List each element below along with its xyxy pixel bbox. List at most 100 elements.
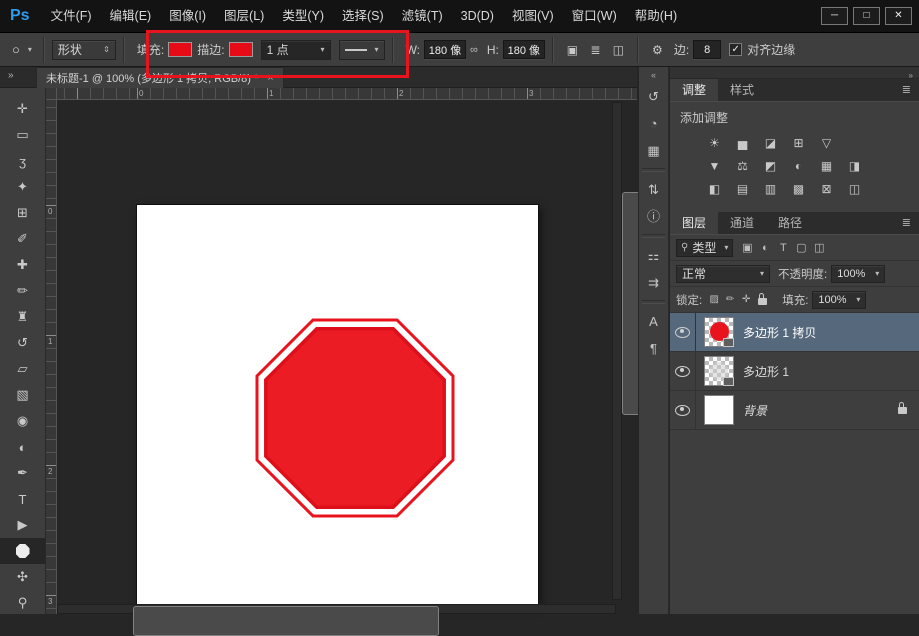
- move-tool[interactable]: ✛: [0, 96, 45, 122]
- gradient-tool[interactable]: ▧: [0, 382, 45, 408]
- levels-icon[interactable]: ▅: [732, 134, 753, 152]
- clone-source-panel-icon[interactable]: ⇅: [639, 176, 668, 203]
- menu-file[interactable]: 文件(F): [42, 0, 101, 32]
- filter-adjustment-layers-icon[interactable]: ◐: [756, 239, 774, 257]
- invert-icon[interactable]: ◧: [704, 180, 725, 198]
- exposure-icon[interactable]: ⊞: [788, 134, 809, 152]
- eraser-tool[interactable]: ▱: [0, 356, 45, 382]
- layer-thumbnail[interactable]: [704, 317, 734, 347]
- paragraph-panel-icon[interactable]: ¶: [639, 335, 668, 362]
- lock-pixels-icon[interactable]: ✏: [722, 291, 738, 309]
- swatches-panel-icon[interactable]: ◔: [639, 110, 668, 137]
- visibility-toggle[interactable]: [670, 352, 696, 390]
- crop-tool[interactable]: ⊞: [0, 200, 45, 226]
- lock-all-icon[interactable]: [754, 291, 770, 309]
- character-panel-icon[interactable]: A: [639, 308, 668, 335]
- photo-filter-icon[interactable]: ◐: [788, 157, 809, 175]
- brush-tool[interactable]: ✏: [0, 278, 45, 304]
- gradient-map-icon[interactable]: ▩: [788, 180, 809, 198]
- brush-panel-icon[interactable]: ▦: [639, 137, 668, 164]
- tab-adjustments[interactable]: 调整: [670, 79, 718, 101]
- close-button[interactable]: ✕: [885, 7, 912, 25]
- path-operations-icon[interactable]: ▣: [562, 39, 583, 60]
- toolbar-collapse-icon[interactable]: »: [8, 70, 14, 81]
- menu-select[interactable]: 选择(S): [333, 0, 393, 32]
- menu-view[interactable]: 视图(V): [503, 0, 563, 32]
- menu-edit[interactable]: 编辑(E): [101, 0, 161, 32]
- history-brush-tool[interactable]: ↺: [0, 330, 45, 356]
- layer-thumbnail[interactable]: [704, 395, 734, 425]
- layer-thumbnail[interactable]: [704, 356, 734, 386]
- document-tab[interactable]: 未标题-1 @ 100% (多边形 1 拷贝, RGB/8) * ×: [36, 67, 284, 88]
- stroke-width-select[interactable]: 1 点 ▾: [261, 40, 331, 60]
- blend-mode-select[interactable]: 正常 ▾: [676, 265, 770, 283]
- layer-row-polygon[interactable]: 多边形 1: [670, 352, 919, 391]
- menu-layer[interactable]: 图层(L): [215, 0, 273, 32]
- document-canvas[interactable]: [137, 205, 538, 604]
- quick-selection-tool[interactable]: ✦: [0, 174, 45, 200]
- pen-tool[interactable]: ✒: [0, 460, 45, 486]
- zoom-tool[interactable]: ⚲: [0, 590, 45, 616]
- vertical-scrollbar[interactable]: [612, 102, 622, 600]
- brightness-contrast-icon[interactable]: ☀: [704, 134, 725, 152]
- menu-window[interactable]: 窗口(W): [563, 0, 626, 32]
- posterize-icon[interactable]: ▤: [732, 180, 753, 198]
- eyedropper-tool[interactable]: ✐: [0, 226, 45, 252]
- clone-stamp-tool[interactable]: ♜: [0, 304, 45, 330]
- threshold-icon[interactable]: ▥: [760, 180, 781, 198]
- lasso-tool[interactable]: ʒ: [0, 148, 45, 174]
- layers-menu-icon[interactable]: ≣: [902, 212, 919, 234]
- dodge-tool[interactable]: ◐: [0, 434, 45, 460]
- filter-smart-objects-icon[interactable]: ◫: [810, 239, 828, 257]
- vibrance-icon[interactable]: ▽: [816, 134, 837, 152]
- opacity-input[interactable]: 100% ▾: [831, 265, 885, 283]
- filter-shape-layers-icon[interactable]: ▢: [792, 239, 810, 257]
- shape-height-input[interactable]: 180 像: [503, 40, 545, 59]
- menu-help[interactable]: 帮助(H): [626, 0, 686, 32]
- horizontal-scrollbar[interactable]: [57, 604, 616, 614]
- filter-pixel-layers-icon[interactable]: ▣: [738, 239, 756, 257]
- channel-mixer-icon[interactable]: ▦: [816, 157, 837, 175]
- layer-row-polygon-copy[interactable]: 多边形 1 拷贝: [670, 313, 919, 352]
- layer-row-background[interactable]: 背景: [670, 391, 919, 430]
- hand-tool[interactable]: ✣: [0, 564, 45, 590]
- layer-name[interactable]: 多边形 1: [743, 363, 789, 380]
- gear-icon[interactable]: ⚙: [647, 39, 668, 60]
- visibility-toggle[interactable]: [670, 391, 696, 429]
- visibility-toggle[interactable]: [670, 313, 696, 351]
- tab-paths[interactable]: 路径: [766, 212, 814, 234]
- link-dimensions-icon[interactable]: ∞: [470, 44, 478, 56]
- filter-type-layers-icon[interactable]: T: [774, 239, 792, 257]
- stroke-type-select[interactable]: ▾: [339, 40, 385, 60]
- tab-layers[interactable]: 图层: [670, 212, 718, 234]
- tool-mode-select[interactable]: 形状 ⇕: [52, 40, 116, 60]
- healing-brush-tool[interactable]: ✚: [0, 252, 45, 278]
- lock-transparent-icon[interactable]: ▨: [706, 291, 722, 309]
- path-arrangement-icon[interactable]: ◫: [608, 39, 629, 60]
- black-white-icon[interactable]: ◩: [760, 157, 781, 175]
- history-panel-icon[interactable]: ↺: [639, 83, 668, 110]
- tab-styles[interactable]: 样式: [718, 79, 766, 101]
- dock-collapse-icon[interactable]: «: [639, 67, 668, 83]
- lock-position-icon[interactable]: ✛: [738, 291, 754, 309]
- menu-filter[interactable]: 滤镜(T): [393, 0, 452, 32]
- filter-kind-select[interactable]: ⚲ 类型 ▾: [676, 239, 733, 257]
- layer-name[interactable]: 背景: [743, 402, 767, 419]
- menu-image[interactable]: 图像(I): [160, 0, 215, 32]
- color-balance-icon[interactable]: ⚖: [732, 157, 753, 175]
- selective-color-icon[interactable]: ⊠: [816, 180, 837, 198]
- color-lookup-icon[interactable]: ◨: [844, 157, 865, 175]
- tab-channels[interactable]: 通道: [718, 212, 766, 234]
- align-edges-checkbox[interactable]: ✓: [729, 43, 742, 56]
- path-selection-tool[interactable]: ▶: [0, 512, 45, 538]
- shape-tool[interactable]: [0, 538, 45, 564]
- adjustments-menu-icon[interactable]: ≣: [902, 79, 919, 101]
- scrollbar-thumb[interactable]: [133, 606, 439, 636]
- measurement-panel-icon[interactable]: ⚏: [639, 242, 668, 269]
- info-panel-icon[interactable]: ⓘ: [639, 203, 668, 230]
- menu-3d[interactable]: 3D(D): [452, 0, 503, 32]
- marquee-tool[interactable]: ▭: [0, 122, 45, 148]
- fill-color-swatch[interactable]: [168, 42, 192, 57]
- minimize-button[interactable]: ─: [821, 7, 848, 25]
- notes-panel-icon[interactable]: ⇉: [639, 269, 668, 296]
